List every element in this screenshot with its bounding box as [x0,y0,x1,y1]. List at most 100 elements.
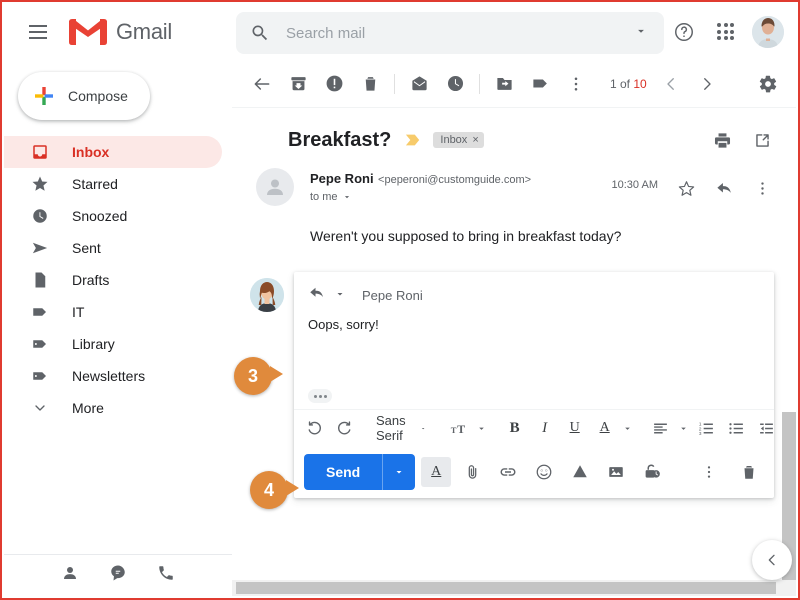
more-vertical-icon[interactable] [744,170,780,206]
callout-badge-4: 4 [250,471,299,509]
sender-row: Pepe Roni <peperoni@customguide.com> to … [232,158,796,206]
reply-body-input[interactable]: Oops, sorry! [294,307,774,385]
print-icon[interactable] [704,122,740,158]
sidebar-label: Library [72,336,115,352]
recipient-label: to me [310,191,338,203]
trash-icon[interactable] [352,66,388,102]
pager-count: 10 [633,76,647,91]
chevron-down-icon[interactable] [634,24,648,43]
label-icon[interactable] [522,66,558,102]
redo-icon[interactable] [330,414,358,442]
horizontal-scrollbar-thumb[interactable] [236,582,776,594]
svg-text:T: T [451,424,457,434]
reply-recipient[interactable]: Pepe Roni [362,288,423,303]
mark-unread-icon[interactable] [401,66,437,102]
font-family-select[interactable]: Sans Serif [370,413,433,443]
subject-row: Breakfast? Inbox × [232,108,796,158]
sidebar-item-library[interactable]: Library [4,328,222,360]
clock-icon [30,206,50,226]
toolbar-divider [479,73,480,94]
insert-emoji-icon[interactable] [529,457,559,487]
send-button[interactable]: Send [304,454,416,490]
italic-button[interactable]: I [531,414,559,442]
callout-number: 3 [247,365,258,386]
bold-button[interactable]: B [501,414,529,442]
format-text-icon[interactable]: A [421,457,452,487]
apps-grid-icon[interactable] [708,14,744,50]
importance-marker-icon[interactable] [405,133,421,147]
caret-down-icon[interactable] [475,414,489,442]
confidential-mode-icon[interactable] [637,457,667,487]
avatar [256,168,294,206]
star-outline-icon[interactable] [668,170,704,206]
align-left-icon[interactable] [647,414,675,442]
numbered-list-icon[interactable]: 123 [693,414,721,442]
email-body: Weren't you supposed to bring in breakfa… [310,228,622,244]
caret-down-icon[interactable] [383,454,415,490]
report-spam-icon[interactable] [316,66,352,102]
sidebar-item-starred[interactable]: Starred [4,168,222,200]
sidebar-item-inbox[interactable]: Inbox [4,136,222,168]
gmail-envelope-icon [68,17,108,47]
underline-button[interactable]: U [561,414,589,442]
attach-file-icon[interactable] [457,457,487,487]
chat-icon[interactable] [109,564,127,587]
bullet-list-icon[interactable] [723,414,751,442]
label-chip-text: Inbox [440,134,468,146]
insert-photo-icon[interactable] [601,457,631,487]
reply-icon[interactable] [308,284,326,307]
caret-down-icon[interactable] [334,287,346,305]
phone-icon[interactable] [157,564,175,587]
recipient-row[interactable]: to me [310,191,531,203]
insert-link-icon[interactable] [493,457,523,487]
sidebar-item-drafts[interactable]: Drafts [4,264,222,296]
avatar[interactable] [752,16,784,48]
close-icon[interactable]: × [472,134,478,146]
chevron-left-icon[interactable] [653,66,689,102]
font-size-icon[interactable]: T T [445,414,473,442]
help-icon[interactable] [666,14,702,50]
label-icon [30,302,50,322]
search-input[interactable] [284,23,634,43]
sidebar-item-newsletters[interactable]: Newsletters [4,360,222,392]
header-actions [666,14,784,50]
chevron-right-icon[interactable] [689,66,725,102]
more-vertical-icon[interactable] [558,66,594,102]
reply-header: Pepe Roni [294,272,774,307]
gear-icon[interactable] [750,66,786,102]
compose-button[interactable]: Compose [18,72,150,120]
sender-name: Pepe Roni [310,171,374,186]
sidebar-item-sent[interactable]: Sent [4,232,222,264]
text-color-button[interactable]: A [591,414,619,442]
caret-down-icon[interactable] [621,414,635,442]
sidebar-label: Newsletters [72,368,146,384]
more-options-dots-icon[interactable] [308,389,332,403]
plus-icon [32,84,56,108]
trash-icon[interactable] [734,457,764,487]
sidebar-nav: Inbox Starred Snoozed Sent Drafts IT Lib… [4,136,232,424]
sidebar-item-more[interactable]: More [4,392,222,424]
caret-down-icon[interactable] [677,414,691,442]
open-in-new-icon[interactable] [744,122,780,158]
archive-icon[interactable] [280,66,316,102]
sidebar-label: Sent [72,240,101,256]
inbox-icon [30,142,50,162]
search-bar[interactable] [236,12,664,54]
sidebar-item-snoozed[interactable]: Snoozed [4,200,222,232]
send-icon [30,238,50,258]
reply-icon[interactable] [706,170,742,206]
clock-icon[interactable] [437,66,473,102]
more-vertical-icon[interactable] [694,457,724,487]
hamburger-icon[interactable] [18,12,58,52]
label-icon [30,366,50,386]
move-to-folder-icon[interactable] [486,66,522,102]
pager-prefix: 1 of [610,76,634,91]
contacts-icon[interactable] [61,564,79,587]
sidebar-item-it[interactable]: IT [4,296,222,328]
undo-icon[interactable] [300,414,328,442]
collapse-panel-button[interactable] [752,540,792,580]
google-drive-icon[interactable] [565,457,595,487]
back-arrow-icon[interactable] [244,66,280,102]
indent-icon[interactable] [753,414,781,442]
main-content: 1 of 10 Breakfast? Inbox × Pepe Roni <pe… [232,60,796,596]
